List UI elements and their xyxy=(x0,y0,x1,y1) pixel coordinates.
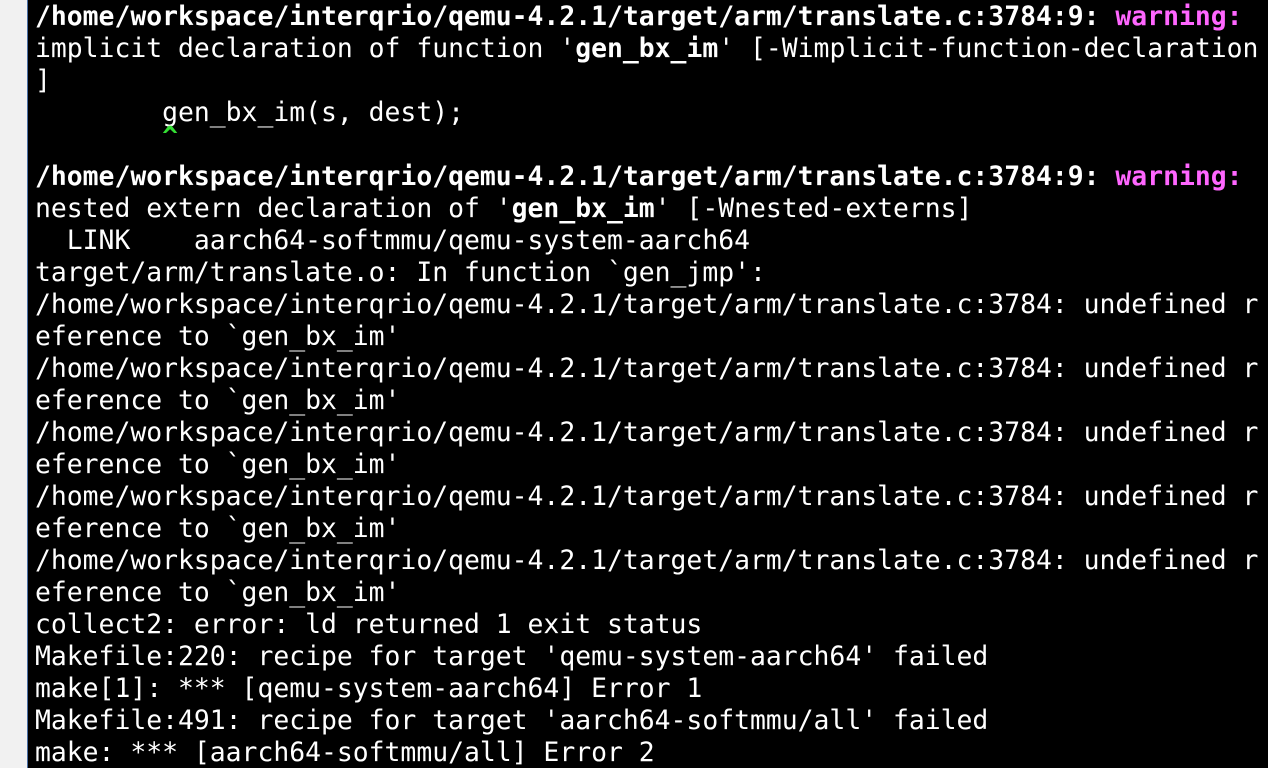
make-error-line-2: make: *** [aarch64-softmmu/all] Error 2 xyxy=(35,737,655,768)
window-left-gutter xyxy=(0,0,27,768)
undefined-reference-wrap: eference to `gen_bx_im' xyxy=(35,577,401,608)
function-name: gen_bx_im xyxy=(511,193,655,224)
undefined-reference-line: /home/workspace/interqrio/qemu-4.2.1/tar… xyxy=(35,353,1259,384)
undefined-reference-wrap: eference to `gen_bx_im' xyxy=(35,449,401,480)
error-caret: ^ xyxy=(35,121,178,152)
warning-message-1: implicit declaration of function 'gen_bx… xyxy=(35,33,1259,64)
link-line: LINK aarch64-softmmu/qemu-system-aarch64 xyxy=(35,225,750,256)
in-function-line: target/arm/translate.o: In function `gen… xyxy=(35,257,766,288)
makefile-line-2: Makefile:491: recipe for target 'aarch64… xyxy=(35,705,989,736)
undefined-reference-line: /home/workspace/interqrio/qemu-4.2.1/tar… xyxy=(35,545,1259,576)
warning-location: /home/workspace/interqrio/qemu-4.2.1/tar… xyxy=(35,1,1116,32)
warning-label: warning: xyxy=(1115,161,1243,192)
collect2-error-line: collect2: error: ld returned 1 exit stat… xyxy=(35,609,703,640)
warning-message-1-wrap: ] xyxy=(35,65,51,96)
terminal-output[interactable]: /home/workspace/interqrio/qemu-4.2.1/tar… xyxy=(27,0,1268,768)
undefined-reference-wrap: eference to `gen_bx_im' xyxy=(35,385,401,416)
warning-line-2: /home/workspace/interqrio/qemu-4.2.1/tar… xyxy=(35,161,1243,193)
undefined-reference-wrap: eference to `gen_bx_im' xyxy=(35,513,401,544)
undefined-reference-line: /home/workspace/interqrio/qemu-4.2.1/tar… xyxy=(35,289,1259,320)
makefile-line-1: Makefile:220: recipe for target 'qemu-sy… xyxy=(35,641,989,672)
make-error-line-1: make[1]: *** [qemu-system-aarch64] Error… xyxy=(35,673,703,704)
warning-message-2: nested extern declaration of 'gen_bx_im'… xyxy=(35,193,973,224)
undefined-reference-line: /home/workspace/interqrio/qemu-4.2.1/tar… xyxy=(35,417,1259,448)
warning-label: warning: xyxy=(1115,1,1243,32)
undefined-reference-line: /home/workspace/interqrio/qemu-4.2.1/tar… xyxy=(35,481,1259,512)
function-name: gen_bx_im xyxy=(575,33,719,64)
warning-location: /home/workspace/interqrio/qemu-4.2.1/tar… xyxy=(35,161,1116,192)
undefined-reference-wrap: eference to `gen_bx_im' xyxy=(35,321,401,352)
warning-line-1: /home/workspace/interqrio/qemu-4.2.1/tar… xyxy=(35,1,1243,33)
